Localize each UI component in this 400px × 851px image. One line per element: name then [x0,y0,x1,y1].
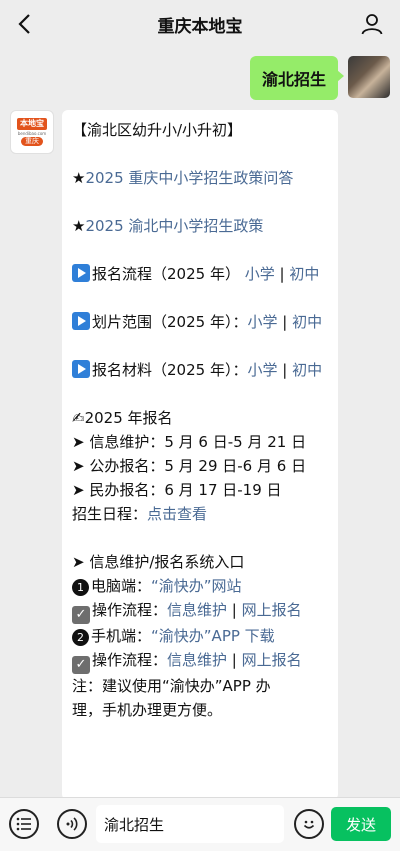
app-download-link[interactable]: “渝快办”APP 下载 [151,627,275,645]
materials-middle-link[interactable]: 初中 [292,361,322,379]
checkbox-icon: ✓ [72,656,90,674]
materials-line: 报名材料（2025 年）：小学 | 初中 [72,358,328,382]
smiley-icon [303,820,315,829]
process-middle-link[interactable]: 初中 [289,265,319,283]
policy-qa-link[interactable]: 2025 重庆中小学招生政策问答 [85,169,293,187]
input-bar: 发送 [0,797,400,851]
send-button[interactable]: 发送 [331,807,391,841]
pc-info-maint-link[interactable]: 信息维护 [167,601,227,619]
avatar-logo-city: 重庆 [21,136,43,146]
entry-title: ➤ 信息维护/报名系统入口 [72,553,245,571]
avatar-logo-text: 本地宝 [17,118,47,130]
writing-hand-icon: ✍ [72,409,85,427]
note-line-2: 理，手机办理更方便。 [72,701,223,719]
info-maint-date: ➤ 信息维护：5 月 6 日-5 月 21 日 [72,433,307,451]
chat-header: 重庆本地宝 [0,0,400,48]
user-icon [361,14,383,35]
menu-button[interactable] [9,809,39,839]
received-message-bubble: 【渝北区幼升小/小升初】 ★2025 重庆中小学招生政策问答 ★2025 渝北中… [62,110,338,800]
message-heading: 【渝北区幼升小/小升初】 [72,121,243,139]
voice-icon [66,817,78,831]
list-menu-icon [16,817,31,831]
play-icon [72,360,90,378]
app-info-maint-link[interactable]: 信息维护 [167,651,227,669]
checkbox-icon: ✓ [72,606,90,624]
registration-section: ✍2025 年报名 ➤ 信息维护：5 月 6 日-5 月 21 日 ➤ 公办报名… [72,406,328,526]
materials-primary-link[interactable]: 小学 [247,361,277,379]
note-line-1: 注：建议使用“渝快办”APP 办 [72,677,271,695]
policy-qa-line: ★2025 重庆中小学招生政策问答 [72,166,328,190]
entry-section: ➤ 信息维护/报名系统入口 1 电脑端：“渝快办”网站 ✓ 操作流程：信息维护 | … [72,550,328,722]
user-avatar[interactable] [348,56,390,98]
star-icon: ★ [72,169,86,187]
voice-button[interactable] [57,809,87,839]
policy-line: ★2025 渝北中小学招生政策 [72,214,328,238]
play-icon [72,312,90,330]
process-line: 报名流程（2025 年） 小学 | 初中 [72,262,328,286]
pc-website-link[interactable]: “渝快办”网站 [151,577,242,595]
zones-line: 划片范围（2025 年）：小学 | 初中 [72,310,328,334]
zones-primary-link[interactable]: 小学 [247,313,277,331]
app-online-reg-link[interactable]: 网上报名 [242,651,302,669]
sent-message-bubble[interactable]: 渝北招生 [249,56,345,100]
emoji-button[interactable] [294,809,324,839]
back-button[interactable] [6,6,42,42]
bendibao-avatar[interactable]: 本地宝 bendibao.com 重庆 [10,110,54,154]
process-primary-link[interactable]: 小学 [245,265,275,283]
policy-link[interactable]: 2025 渝北中小学招生政策 [85,217,263,235]
chevron-left-icon [18,14,30,34]
public-reg-date: ➤ 公办报名：5 月 29 日-6 月 6 日 [72,457,307,475]
private-reg-date: ➤ 民办报名：6 月 17 日-19 日 [72,481,282,499]
chat-title: 重庆本地宝 [157,16,243,37]
zones-middle-link[interactable]: 初中 [292,313,322,331]
play-icon [72,264,90,282]
number-1-icon: 1 [72,579,89,596]
schedule-link[interactable]: 点击查看 [147,505,207,523]
sent-message-row: 渝北招生 [249,56,390,100]
profile-button[interactable] [354,6,390,42]
star-icon: ★ [72,217,86,235]
avatar-logo-url: bendibao.com [17,130,47,136]
message-input[interactable] [96,805,284,843]
pc-online-reg-link[interactable]: 网上报名 [242,601,302,619]
number-2-icon: 2 [72,629,89,646]
